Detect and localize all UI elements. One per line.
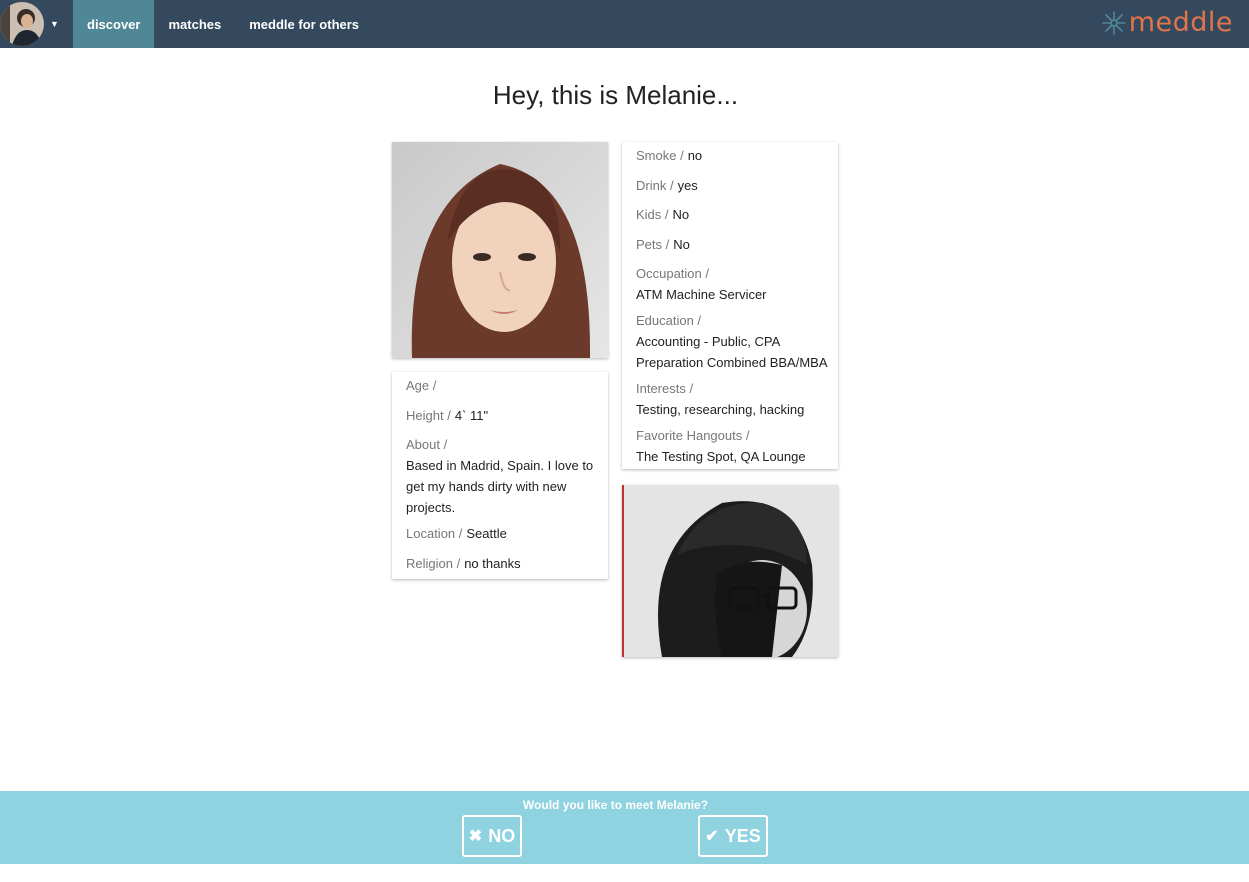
occupation-value: ATM Machine Servicer	[636, 287, 767, 302]
kids-label: Kids /	[636, 207, 669, 222]
education-label: Education /	[636, 313, 702, 328]
height-label: Height /	[406, 408, 451, 423]
hangouts-label: Favorite Hangouts /	[636, 428, 750, 443]
pets-row: Pets / No	[636, 235, 690, 255]
top-navbar: ▼ discover matches meddle for others med…	[0, 0, 1249, 48]
profile-photo-main	[392, 142, 608, 358]
height-row: Height /4` 11"	[406, 406, 488, 426]
interests-row: Interests / Testing, researching, hackin…	[636, 379, 828, 420]
smoke-label: Smoke /	[636, 148, 684, 163]
hangouts-row: Favorite Hangouts / The Testing Spot, QA…	[636, 426, 828, 467]
profile-photo-secondary	[622, 485, 838, 657]
location-row: Location / Seattle	[406, 524, 507, 544]
location-label: Location /	[406, 526, 463, 541]
about-value: Based in Madrid, Spain. I love to get my…	[406, 458, 594, 515]
education-row: Education / Accounting - Public, CPA Pre…	[636, 311, 828, 373]
snowflake-icon	[1101, 10, 1126, 35]
hangouts-value: The Testing Spot, QA Lounge	[636, 449, 806, 464]
about-label: About /	[406, 437, 448, 452]
smoke-row: Smoke / no	[636, 146, 702, 166]
lifestyle-details-card: Smoke / no Drink / yes Kids / No Pets / No O…	[622, 142, 838, 469]
meddle-logo[interactable]: meddle	[1101, 7, 1233, 38]
occupation-label: Occupation /	[636, 266, 709, 281]
no-button[interactable]: ✖ NO	[462, 815, 522, 857]
no-button-label: NO	[488, 825, 516, 846]
decision-prompt: Would you like to meet Melanie?	[522, 798, 709, 812]
x-icon: ✖	[468, 828, 483, 845]
age-row: Age /	[406, 376, 440, 396]
profile-details-card: Age / Height /4` 11" About / Based in Ma…	[392, 372, 608, 579]
page-title: Hey, this is Melanie...	[492, 80, 739, 110]
location-value: Seattle	[466, 526, 507, 541]
yes-button-label: YES	[724, 825, 761, 846]
education-value: Accounting - Public, CPA Preparation Com…	[636, 334, 828, 370]
interests-value: Testing, researching, hacking	[636, 402, 805, 417]
drink-value: yes	[677, 178, 698, 193]
smoke-value: no	[687, 148, 703, 163]
religion-value: no thanks	[464, 556, 521, 571]
decision-bar: Would you like to meet Melanie? ✖ NO ✔ Y…	[0, 791, 1249, 864]
yes-button[interactable]: ✔ YES	[698, 815, 768, 857]
religion-label: Religion /	[406, 556, 461, 571]
religion-row: Religion / no thanks	[406, 554, 521, 574]
about-row: About / Based in Madrid, Spain. I love t…	[406, 435, 598, 518]
user-avatar[interactable]	[0, 2, 44, 46]
nav-meddle-for-others[interactable]: meddle for others	[235, 0, 373, 48]
pets-value: No	[673, 237, 690, 252]
logo-text: meddle	[1128, 7, 1233, 38]
height-value: 4` 11"	[454, 408, 489, 423]
kids-row: Kids / No	[636, 205, 689, 225]
kids-value: No	[672, 207, 690, 222]
chevron-down-icon[interactable]: ▼	[50, 19, 59, 29]
drink-row: Drink / yes	[636, 176, 698, 196]
age-label: Age /	[406, 378, 437, 393]
user-menu[interactable]: ▼	[0, 0, 73, 48]
check-icon: ✔	[705, 828, 719, 845]
interests-label: Interests /	[636, 381, 694, 396]
nav-matches[interactable]: matches	[154, 0, 235, 48]
nav-discover[interactable]: discover	[73, 0, 155, 48]
occupation-row: Occupation / ATM Machine Servicer	[636, 264, 828, 305]
drink-label: Drink /	[636, 178, 674, 193]
pets-label: Pets /	[636, 237, 670, 252]
